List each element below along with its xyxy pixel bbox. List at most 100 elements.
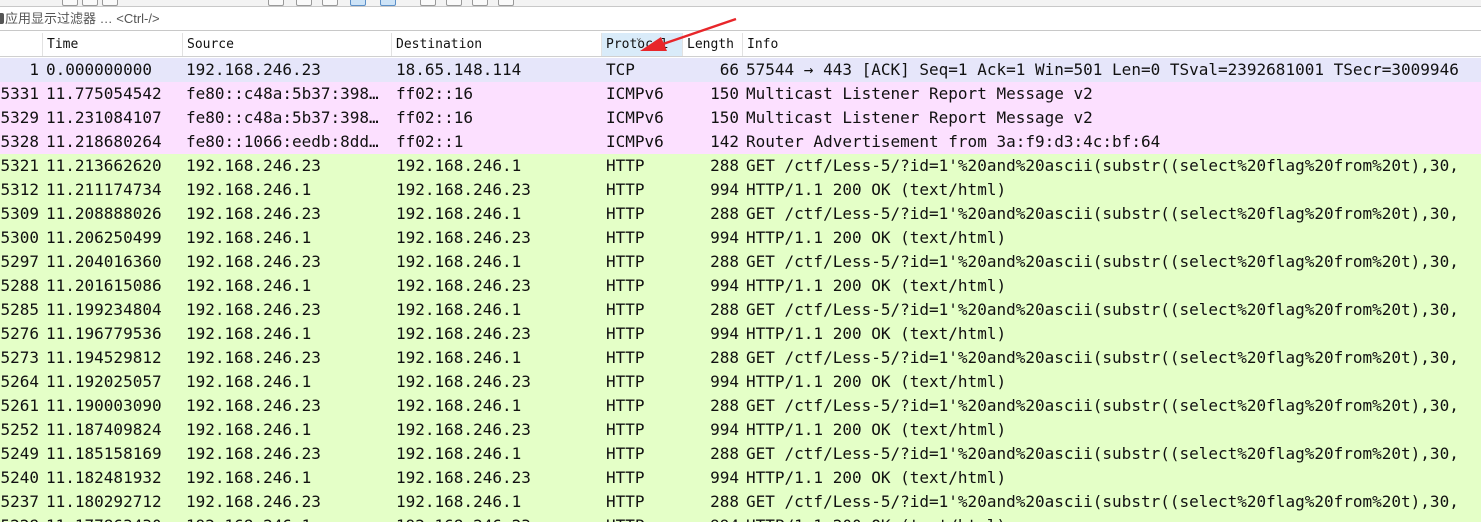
packet-protocol: HTTP [606,180,645,199]
packet-number: 5328 [0,132,39,151]
packet-row[interactable]: 5264 11.192025057 192.168.246.1 192.168.246… [0,370,1481,394]
packet-row[interactable]: 5329 11.231084107 fe80::c48a:5b37:398… ff02… [0,106,1481,130]
packet-row[interactable]: 5276 11.196779536 192.168.246.1 192.168.246… [0,322,1481,346]
packet-number: 5331 [0,84,39,103]
packet-row[interactable]: 5285 11.199234804 192.168.246.23 192.168.24… [0,298,1481,322]
packet-length: 288 [710,300,739,319]
packet-destination: 18.65.148.114 [396,60,522,79]
display-filter-input[interactable] [5,7,1475,30]
packet-row[interactable]: 5300 11.206250499 192.168.246.1 192.168.246… [0,226,1481,250]
packet-source: 192.168.246.1 [186,514,392,522]
sort-chevron-icon: ⌄ [636,33,642,43]
packet-row[interactable]: 5237 11.180292712 192.168.246.23 192.168.24… [0,490,1481,514]
packet-length: 994 [684,514,741,522]
packet-info: 57544 → 443 [ACK] Seq=1 Ack=1 Win=501 Le… [746,60,1459,79]
column-header-destination[interactable]: Destination [392,33,602,56]
packet-destination: 192.168.246.1 [396,444,522,463]
packet-row[interactable]: 5249 11.185158169 192.168.246.23 192.168.24… [0,442,1481,466]
bookmark-icon[interactable] [0,13,4,24]
packet-info: GET /ctf/Less-5/?id=1'%20and%20ascii(sub… [746,444,1459,463]
packet-protocol: HTTP [606,444,645,463]
packet-row[interactable]: 5321 11.213662620 192.168.246.23 192.168.24… [0,154,1481,178]
packet-time: 11.211174734 [46,180,162,199]
packet-length: 994 [710,276,739,295]
packet-info: GET /ctf/Less-5/?id=1'%20and%20ascii(sub… [746,348,1459,367]
packet-time: 11.185158169 [46,444,162,463]
packet-protocol: HTTP [606,276,645,295]
packet-number: 5276 [0,324,39,343]
column-header-info[interactable]: Info [743,33,1481,56]
packet-destination: 192.168.246.23 [396,420,531,439]
packet-length: 994 [710,324,739,343]
packet-time: 11.196779536 [46,324,162,343]
packet-length: 994 [710,420,739,439]
packet-destination: 192.168.246.1 [396,156,522,175]
packet-destination: 192.168.246.1 [396,492,522,511]
packet-protocol: HTTP [606,348,645,367]
packet-source: 192.168.246.23 [186,300,321,319]
packet-number: 5261 [0,396,39,415]
packet-source: 192.168.246.23 [186,204,321,223]
packet-protocol: HTTP [606,492,645,511]
packet-row[interactable]: 5297 11.204016360 192.168.246.23 192.168.24… [0,250,1481,274]
display-filter-bar [0,6,1481,31]
packet-length: 994 [710,180,739,199]
packet-length: 288 [710,396,739,415]
packet-protocol: HTTP [606,420,645,439]
packet-row[interactable]: 5288 11.201615086 192.168.246.1 192.168.246… [0,274,1481,298]
packet-length: 150 [710,84,739,103]
column-header-no[interactable] [0,33,43,56]
packet-row[interactable]: 5328 11.218680264 fe80::1066:eedb:8dd… ff02… [0,130,1481,154]
packet-destination: 192.168.246.1 [396,300,522,319]
packet-destination: ff02::16 [396,108,474,127]
packet-length: 288 [710,492,739,511]
packet-source: 192.168.246.1 [186,324,312,343]
packet-time: 11.192025057 [46,372,162,391]
packet-number: 5273 [0,348,39,367]
packet-info: GET /ctf/Less-5/?id=1'%20and%20ascii(sub… [746,204,1459,223]
packet-source: 192.168.246.23 [186,348,321,367]
packet-row[interactable]: 1 0.000000000 192.168.246.23 18.65.148.114 T… [0,58,1481,82]
packet-source: 192.168.246.1 [186,180,312,199]
packet-length: 288 [710,348,739,367]
packet-source: 192.168.246.23 [186,252,321,271]
packet-row[interactable]: 5240 11.182481932 192.168.246.1 192.168.246… [0,466,1481,490]
packet-row[interactable]: 5228 11.177863430 192.168.246.1 192.168.246… [0,514,1481,522]
packet-length: 994 [710,372,739,391]
packet-number: 5252 [0,420,39,439]
packet-protocol: HTTP [606,514,682,522]
packet-list: 1 0.000000000 192.168.246.23 18.65.148.114 T… [0,58,1481,522]
packet-number: 1 [29,60,39,79]
packet-number: 5300 [0,228,39,247]
packet-row[interactable]: 5309 11.208888026 192.168.246.23 192.168.24… [0,202,1481,226]
packet-info: Router Advertisement from 3a:f9:d3:4c:bf… [746,132,1161,151]
packet-time: 11.182481932 [46,468,162,487]
packet-destination: 192.168.246.23 [396,372,531,391]
packet-time: 11.190003090 [46,396,162,415]
packet-row[interactable]: 5331 11.775054542 fe80::c48a:5b37:398… ff02… [0,82,1481,106]
packet-row[interactable]: 5261 11.190003090 192.168.246.23 192.168.24… [0,394,1481,418]
packet-destination: 192.168.246.23 [396,180,531,199]
packet-destination: 192.168.246.23 [396,468,531,487]
packet-time: 0.000000000 [46,60,152,79]
column-header-protocol[interactable]: ⌄ Protocol [602,33,683,56]
packet-protocol: ICMPv6 [606,132,664,151]
packet-row[interactable]: 5273 11.194529812 192.168.246.23 192.168.24… [0,346,1481,370]
packet-number: 5321 [0,156,39,175]
packet-row[interactable]: 5252 11.187409824 192.168.246.1 192.168.246… [0,418,1481,442]
packet-row[interactable]: 5312 11.211174734 192.168.246.1 192.168.246… [0,178,1481,202]
packet-protocol: TCP [606,60,635,79]
packet-info: HTTP/1.1 200 OK (text/html) [746,276,1007,295]
packet-protocol: HTTP [606,324,645,343]
column-header-source[interactable]: Source [183,33,392,56]
packet-time: 11.231084107 [46,108,162,127]
packet-number: 5297 [0,252,39,271]
packet-info: GET /ctf/Less-5/?id=1'%20and%20ascii(sub… [746,492,1459,511]
column-header-time[interactable]: Time [43,33,183,56]
column-header-length[interactable]: Length [683,33,743,56]
packet-source: 192.168.246.1 [186,372,312,391]
packet-number: 5288 [0,276,39,295]
packet-info: Multicast Listener Report Message v2 [746,84,1093,103]
packet-source: fe80::1066:eedb:8dd… [186,132,379,151]
packet-number: 5309 [0,204,39,223]
